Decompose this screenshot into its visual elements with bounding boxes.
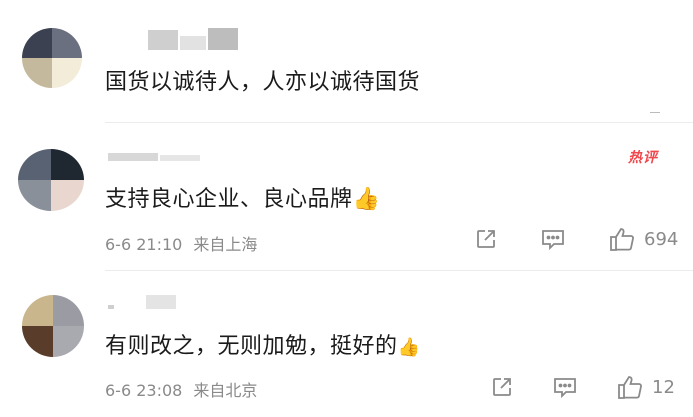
share-button[interactable]	[490, 375, 514, 399]
more-indicator	[650, 112, 660, 113]
comment-location: 来自上海	[193, 235, 258, 254]
hot-comment-badge: 热评	[628, 150, 658, 166]
like-icon	[610, 228, 634, 251]
avatar[interactable]	[22, 28, 82, 88]
username-blurred[interactable]	[108, 295, 176, 309]
comment-item: 热评 支持良心企业、良心品牌👍 6-6 21:10 来自上海 694	[0, 123, 693, 271]
comment-meta: 6-6 21:10 来自上海	[105, 231, 257, 255]
like-button[interactable]: 694	[608, 226, 678, 252]
comment-meta: 6-6 23:08 来自北京	[105, 377, 257, 401]
like-icon	[618, 376, 642, 399]
comment-icon	[542, 230, 564, 251]
comment-actions: 12	[490, 374, 675, 400]
like-button[interactable]: 12	[616, 374, 675, 400]
share-icon	[493, 378, 511, 396]
comment-text: 支持良心企业、良心品牌👍	[105, 181, 380, 213]
comment-text: 有则改之，无则加勉，挺好的👍	[105, 328, 420, 360]
comment-text: 国货以诚待人，人亦以诚待国货	[105, 70, 421, 95]
like-count: 12	[652, 376, 675, 398]
like-count: 694	[644, 228, 679, 250]
comment-button[interactable]	[552, 375, 578, 399]
thumbs-up-emoji-icon: 👍	[397, 337, 421, 358]
comment-item: 国货以诚待人，人亦以诚待国货	[0, 0, 693, 123]
comment-text-body: 支持良心企业、良心品牌	[105, 187, 353, 212]
username-blurred[interactable]	[108, 153, 200, 161]
username-blurred[interactable]	[148, 28, 238, 50]
thumbs-up-emoji-icon: 👍	[352, 187, 381, 212]
comment-item: 有则改之，无则加勉，挺好的👍 6-6 23:08 来自北京 12	[0, 271, 693, 417]
avatar[interactable]	[18, 149, 84, 211]
share-icon	[477, 230, 495, 248]
comment-time: 6-6 23:08	[105, 381, 183, 400]
comment-icon	[554, 378, 576, 399]
comment-location: 来自北京	[193, 381, 258, 400]
comment-text-body: 有则改之，无则加勉，挺好的	[105, 334, 398, 359]
comment-time: 6-6 21:10	[105, 235, 183, 254]
comment-button[interactable]	[540, 227, 566, 251]
share-button[interactable]	[474, 227, 498, 251]
avatar[interactable]	[22, 295, 84, 357]
comment-actions: 694	[474, 226, 678, 252]
